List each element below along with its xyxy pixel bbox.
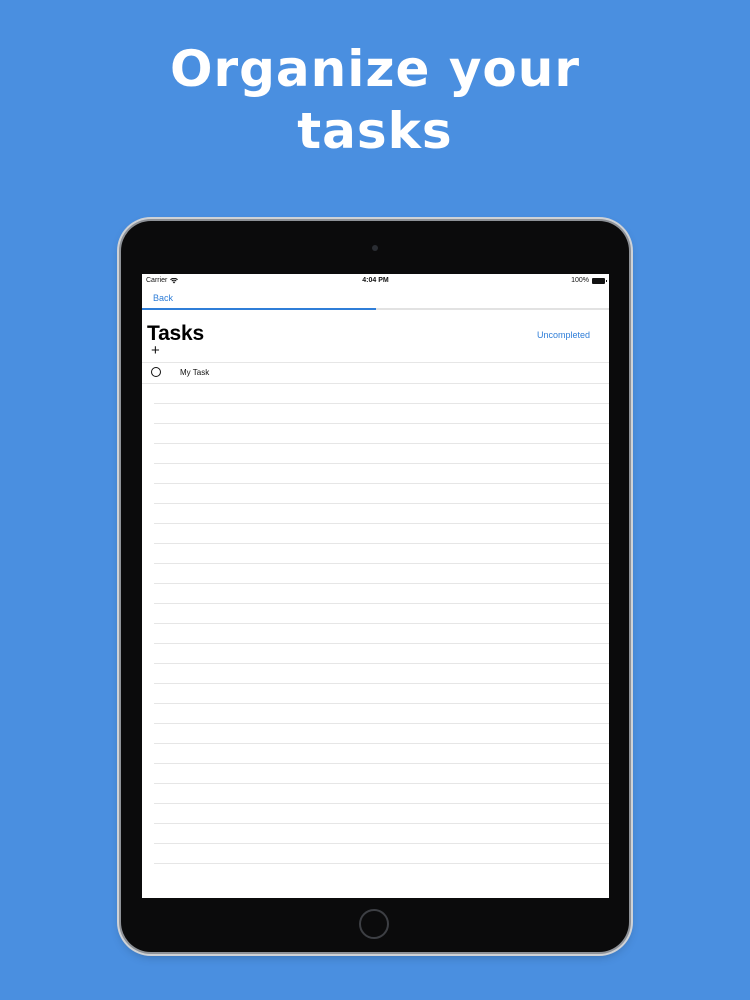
status-bar: Carrier 4:04 PM 100% [142, 274, 609, 288]
uncompleted-filter-button[interactable]: Uncompleted [537, 330, 590, 340]
empty-list-row [154, 584, 609, 604]
empty-list-row [154, 464, 609, 484]
marketing-headline: Organize your tasks [169, 40, 581, 160]
add-task-row: + [142, 340, 609, 362]
empty-list-row [154, 604, 609, 624]
empty-list-row [154, 544, 609, 564]
task-title: My Task [180, 368, 210, 377]
empty-list-row [154, 484, 609, 504]
empty-list-row [154, 804, 609, 824]
empty-list-row [154, 824, 609, 844]
task-list: My Task [142, 362, 609, 864]
ipad-device-frame: Carrier 4:04 PM 100% Back Tasks Uncomple… [121, 221, 629, 952]
empty-list-row [154, 424, 609, 444]
battery-icon [592, 277, 607, 284]
back-button[interactable]: Back [153, 293, 173, 303]
task-row-content: My Task [142, 363, 609, 384]
empty-list-row [154, 504, 609, 524]
empty-list-row [154, 704, 609, 724]
empty-list-row [154, 564, 609, 584]
empty-list-row [154, 844, 609, 864]
battery-percentage: 100% [571, 277, 589, 284]
empty-list-row [154, 624, 609, 644]
empty-list-row [154, 744, 609, 764]
empty-list-row [154, 684, 609, 704]
status-right: 100% [571, 277, 607, 284]
empty-list-row [154, 644, 609, 664]
front-camera-icon [372, 245, 378, 251]
home-button[interactable] [359, 909, 389, 939]
device-screen: Carrier 4:04 PM 100% Back Tasks Uncomple… [142, 274, 609, 898]
empty-list-row [154, 784, 609, 804]
empty-list-row [154, 664, 609, 684]
tasks-header: Tasks Uncompleted [142, 310, 609, 345]
empty-list-row [154, 764, 609, 784]
completion-circle-icon[interactable] [151, 367, 161, 377]
task-row[interactable]: My Task [142, 363, 609, 384]
empty-list-row [154, 404, 609, 424]
empty-list-row [154, 384, 609, 404]
empty-list-row [154, 724, 609, 744]
status-time: 4:04 PM [362, 277, 389, 284]
empty-list-row [154, 444, 609, 464]
add-icon[interactable]: + [151, 342, 160, 359]
navigation-bar: Back [142, 288, 609, 310]
empty-list-row [154, 524, 609, 544]
app-store-screenshot: Organize your tasks Carrier 4:04 PM 100% [0, 0, 750, 1000]
